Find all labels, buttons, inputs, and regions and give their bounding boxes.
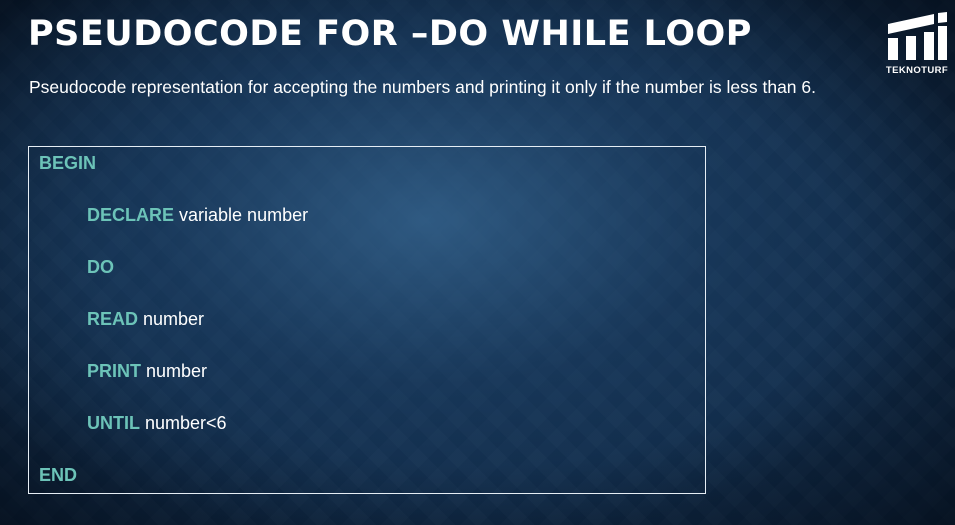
teknoturf-logo: TEKNOTURF	[884, 12, 950, 82]
code-line-end: END	[39, 465, 77, 486]
code-line-read: READ number	[87, 309, 204, 330]
code-text: number<6	[140, 413, 227, 433]
code-line-print: PRINT number	[87, 361, 207, 382]
code-keyword: PRINT	[87, 361, 141, 381]
code-keyword: READ	[87, 309, 139, 329]
code-line-begin: BEGIN	[39, 153, 96, 174]
code-keyword: DO	[87, 257, 114, 277]
code-line-do: DO	[87, 257, 114, 278]
slide-subtitle: Pseudocode representation for accepting …	[29, 77, 816, 97]
code-keyword: BEGIN	[39, 153, 97, 173]
pseudocode-box: BEGIN DECLARE variable number DO READ nu…	[28, 146, 706, 494]
teknoturf-logo-icon	[888, 12, 947, 60]
code-keyword: END	[39, 465, 78, 485]
code-text: number	[138, 309, 205, 329]
code-text: variable number	[174, 205, 309, 225]
code-line-until: UNTIL number<6	[87, 413, 227, 434]
slide-title: PSEUDOCODE FOR –DO WHILE LOOP	[28, 14, 752, 54]
code-text: number	[141, 361, 208, 381]
code-line-declare: DECLARE variable number	[87, 205, 308, 226]
code-keyword: DECLARE	[87, 205, 175, 225]
code-keyword: UNTIL	[87, 413, 140, 433]
logo-text: TEKNOTURF	[885, 65, 949, 76]
